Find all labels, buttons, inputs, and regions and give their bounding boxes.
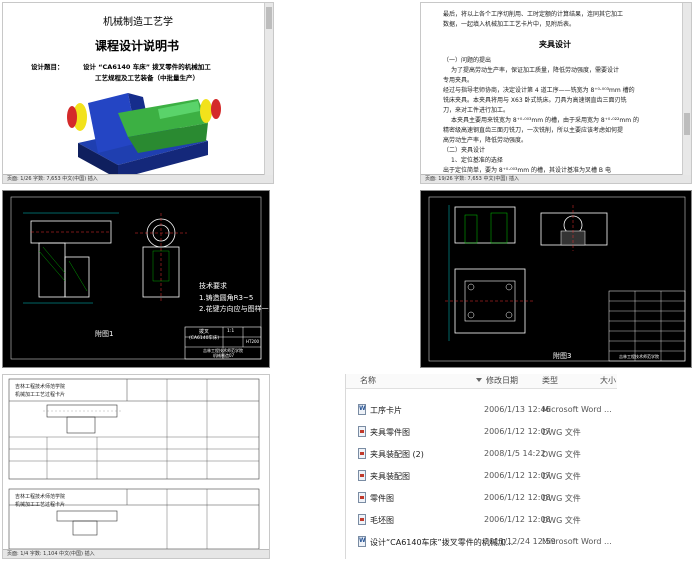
part-3d-render: [67, 93, 221, 179]
column-header-date[interactable]: 修改日期: [486, 374, 518, 388]
part-drawing-lines: [10, 196, 262, 360]
file-name: 毛坯图: [370, 516, 394, 525]
file-row[interactable]: 夹具零件图 2006/1/12 12:07 DWG 文件: [358, 424, 617, 442]
cover-title: 机械制造工艺学: [103, 17, 173, 28]
cover-page-window: 机械制造工艺学 课程设计说明书 设计题目： 设计 “CA6140 车床” 拨叉零…: [2, 2, 274, 184]
topic-line2: 工艺规程及工艺装备（中批量生产）: [95, 74, 199, 82]
cover-scrollbar[interactable]: [264, 3, 273, 175]
file-row[interactable]: 零件图 2006/1/12 12:08 DWG 文件: [358, 490, 617, 508]
doc-line: 本夹具主要用来铣宽为 8⁺⁰·⁰⁰³mm 的槽，由于采用宽为 8⁺⁰·⁰²²mm…: [451, 117, 640, 124]
file-row[interactable]: 设计“CA6140车床”拨叉零件的机械加... 2011/12/24 12:59…: [358, 534, 617, 552]
process-card-table: [8, 378, 260, 550]
column-header-type[interactable]: 类型: [542, 374, 558, 388]
file-name: 夹具零件图: [370, 428, 410, 437]
file-date: 2006/1/12 12:07: [484, 471, 551, 480]
titleblock-machine: (CA6140车床): [189, 336, 220, 341]
file-type: Microsoft Word ...: [542, 405, 612, 414]
word-status-bar: 页面: 19/26 字数: 7,653 中文(中国) 插入: [421, 174, 691, 183]
dwg-file-icon: [358, 492, 366, 503]
process-card-window: 吉林工程技术师范学院 机械加工工艺过程卡片 吉林工程技术师范学院 机械加工工艺过…: [2, 374, 270, 559]
topic-label: 设计题目：: [31, 63, 64, 71]
file-date: 2006/1/12 12:08: [484, 493, 551, 502]
file-name: 夹具装配图: [370, 472, 410, 481]
card-header: 机械加工工艺过程卡片: [15, 502, 66, 508]
titleblock-part: 拨叉: [199, 329, 210, 335]
file-date: 2006/1/12 12:07: [484, 427, 551, 436]
cad-part-drawing-window: 技术要求 1.铸造圆角R3~5 2.花键方向应与图样一致 附图1 拨叉 (CA6…: [2, 190, 270, 368]
doc-line: （一）问题的提出: [443, 57, 492, 64]
word-status-bar: 页面: 1/26 字数: 7,653 中文(中国) 插入: [3, 174, 273, 183]
titleblock-class: 机械制造07: [213, 353, 235, 358]
column-header-bar: 名称 修改日期 类型 大小: [346, 374, 617, 389]
file-type: DWG 文件: [542, 472, 581, 481]
doc-line: 刀，来对工件进行加工。: [443, 107, 510, 114]
sheet-label: 附图1: [95, 330, 114, 338]
file-explorer-list: 名称 修改日期 类型 大小 工序卡片 2006/1/13 12:46 Micro…: [345, 374, 617, 559]
file-row[interactable]: 工序卡片 2006/1/13 12:46 Microsoft Word ...: [358, 402, 617, 420]
word-doc-icon: [358, 404, 366, 415]
dwg-file-icon: [358, 426, 366, 437]
fixture-design-page-window: 最后，将以上各个工序切削用、工时定额的计算结果，连同其它加工 数据，一起填入机械…: [420, 2, 692, 184]
file-type: DWG 文件: [542, 516, 581, 525]
doc-line: 1、定位基准的选择: [451, 157, 503, 164]
file-row[interactable]: 夹具装配图 2006/1/12 12:07 DWG 文件: [358, 468, 617, 486]
word-doc-icon: [358, 536, 366, 547]
titleblock-scale: 1:1: [227, 329, 235, 334]
dwg-file-icon: [358, 448, 366, 459]
tech-req-title: 技术要求: [199, 282, 227, 290]
assembly-drawing-lines: [428, 196, 686, 362]
card-header: 机械加工工艺过程卡片: [15, 392, 66, 398]
dwg-file-icon: [358, 514, 366, 525]
cad-assembly-drawing-window: 附图3 吉林工程技术师范学院: [420, 190, 692, 368]
doc-line: 高劳动生产率，降低劳动强度。: [443, 137, 528, 144]
column-header-name[interactable]: 名称: [360, 374, 376, 388]
file-type: Microsoft Word ...: [542, 537, 612, 546]
file-row[interactable]: 夹具装配图 (2) 2008/1/5 14:22 DWG 文件: [358, 446, 617, 464]
doc-line: 为了提高劳动生产率，保证加工质量，降低劳动强度，需要设计: [451, 67, 620, 74]
file-name: 夹具装配图 (2): [370, 450, 424, 459]
doc-line: 专用夹具。: [443, 77, 474, 84]
file-name: 工序卡片: [370, 406, 402, 415]
tech-req-line: 2.花键方向应与图样一致: [199, 305, 270, 313]
cover-subtitle: 课程设计说明书: [95, 39, 180, 53]
file-type: DWG 文件: [542, 428, 581, 437]
file-row[interactable]: 毛坯图 2006/1/12 12:08 DWG 文件: [358, 512, 617, 530]
file-type: DWG 文件: [542, 494, 581, 503]
file-name: 零件图: [370, 494, 394, 503]
card-header: 吉林工程技术师范学院: [15, 494, 66, 500]
file-type: DWG 文件: [542, 450, 581, 459]
sort-arrow-icon: [476, 378, 482, 382]
doc-line: 精密级高速钢直齿三面刃铣刀，一次铣削，所以主要应该考虑如何提: [443, 127, 624, 134]
fixture-heading: 夹具设计: [539, 40, 571, 49]
doc-line: 出于定位简单，要为 8⁺⁰·⁰⁰³mm 的槽，其设计基准为叉槽 B 电: [443, 167, 611, 174]
dwg-file-icon: [358, 470, 366, 481]
file-date: 2006/1/13 12:46: [484, 405, 551, 414]
column-header-size[interactable]: 大小: [600, 374, 616, 388]
doc-line: 最后，将以上各个工序切削用、工时定额的计算结果，连同其它加工: [443, 11, 624, 18]
word-status-bar: 页面: 1/4 字数: 1,104 中文(中国) 插入: [3, 549, 269, 558]
doc-line: 铣床夹具。本夹具将用与 X63 卧式铣床。刀具为高速钢直齿三面刃铣: [443, 97, 627, 104]
file-date: 2008/1/5 14:22: [484, 449, 546, 458]
tech-req-line: 1.铸造圆角R3~5: [199, 294, 254, 302]
card-header: 吉林工程技术师范学院: [15, 384, 66, 390]
doc-line: （二）夹具设计: [443, 147, 486, 154]
file-date: 2006/1/12 12:08: [484, 515, 551, 524]
sheet-label: 附图3: [553, 352, 572, 360]
titleblock-school: 吉林工程技术师范学院: [619, 354, 659, 359]
titleblock-material: HT200: [246, 339, 260, 344]
topic-line1: 设计 “CA6140 车床” 拨叉零件的机械加工: [83, 63, 211, 71]
doc-line: 数据，一起填入机械加工工艺卡片中，见附后表。: [443, 21, 576, 28]
doc-line: 经过与指导老师协商，决定设计第 4 道工序——铣宽为 8⁺⁰·⁰⁰³mm 槽的: [443, 87, 635, 94]
fixture-scrollbar[interactable]: [682, 3, 691, 175]
